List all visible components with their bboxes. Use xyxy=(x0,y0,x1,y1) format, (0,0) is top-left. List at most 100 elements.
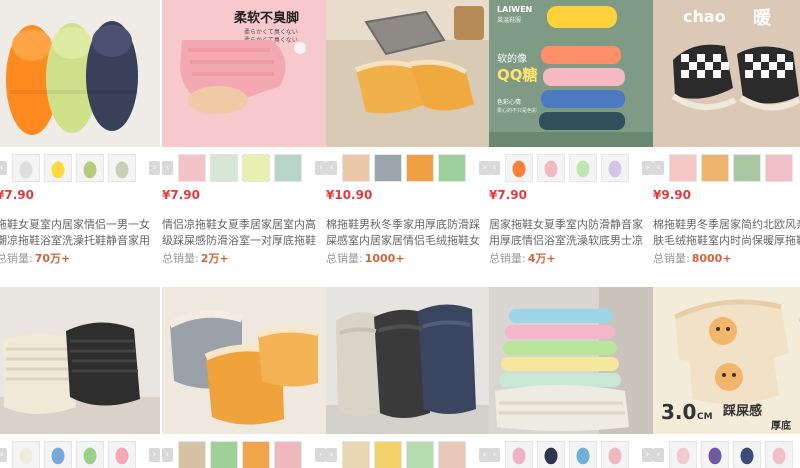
thumbnail-strip: ‹ › xyxy=(0,154,160,182)
image-caption: 软的像 xyxy=(497,52,527,65)
thumbnail[interactable] xyxy=(406,441,434,468)
thumbnail[interactable] xyxy=(601,154,629,182)
image-caption: 柔心的不只是色彩 xyxy=(497,107,537,114)
thumbnail[interactable] xyxy=(669,154,697,182)
thumbnail[interactable] xyxy=(733,154,761,182)
thumbnail[interactable] xyxy=(242,154,270,182)
price: ¥7.90 xyxy=(162,188,200,202)
thumbnail[interactable] xyxy=(765,441,793,468)
image-caption: 色彩心情 xyxy=(497,98,521,106)
thumbnail[interactable] xyxy=(108,441,136,468)
product-title[interactable]: 情侣凉拖鞋女夏季居家居室内高级踩屎感防滑浴室一对厚底拖鞋男款 xyxy=(162,217,326,249)
product-image[interactable] xyxy=(162,287,326,434)
thumbnail[interactable] xyxy=(342,441,370,468)
thumbnail[interactable] xyxy=(701,441,729,468)
chevron-right-icon[interactable]: › xyxy=(149,448,160,462)
thumbnail[interactable] xyxy=(374,441,402,468)
sales-label: 总销量: xyxy=(162,252,199,265)
chevron-right-icon[interactable]: › xyxy=(642,448,653,462)
chevron-right-icon[interactable]: › xyxy=(315,161,326,175)
chevron-left-icon[interactable]: ‹ xyxy=(326,161,337,175)
thumbnail-strip: ‹ › xyxy=(326,154,490,182)
thumbnail[interactable] xyxy=(178,441,206,468)
sales-label: 总销量: xyxy=(489,252,526,265)
product-title[interactable]: 棉拖鞋男秋冬季家用厚底防滑踩屎感室内居家居情侣毛绒拖鞋女冬天 xyxy=(326,217,490,249)
thumbnail-strip: ‹ › xyxy=(653,154,800,182)
thumbnail[interactable] xyxy=(12,441,40,468)
product-image[interactable] xyxy=(326,287,490,434)
price: ¥7.90 xyxy=(489,188,527,202)
product-image[interactable] xyxy=(0,0,160,147)
thumbnail[interactable] xyxy=(669,441,697,468)
thumbnail[interactable] xyxy=(108,154,136,182)
thumbnail[interactable] xyxy=(12,154,40,182)
chevron-left-icon[interactable]: ‹ xyxy=(0,448,7,462)
thumbnail-strip: ‹ › xyxy=(162,154,326,182)
product-image[interactable]: 柔软不臭脚 柔らかくて臭くない 柔らかくて臭くない xyxy=(162,0,326,147)
thumbnail[interactable] xyxy=(342,154,370,182)
thumbnail[interactable] xyxy=(274,154,302,182)
thumbnail-strip: ‹ › xyxy=(162,441,326,468)
product-title[interactable]: 棉拖鞋男冬季居家简约北欧风亲肤毛绒拖鞋室内时尚保暖厚拖鞋女 xyxy=(653,217,800,249)
thumbnail[interactable] xyxy=(210,154,238,182)
product-image[interactable] xyxy=(0,287,160,434)
thumbnail[interactable] xyxy=(374,154,402,182)
thumbnail[interactable] xyxy=(601,441,629,468)
chevron-left-icon[interactable]: ‹ xyxy=(489,161,500,175)
image-caption: 柔软不臭脚 xyxy=(233,10,299,26)
chevron-right-icon[interactable]: › xyxy=(642,161,653,175)
chevron-left-icon[interactable]: ‹ xyxy=(326,448,337,462)
thumbnail[interactable] xyxy=(569,441,597,468)
thumbnail[interactable] xyxy=(701,154,729,182)
chevron-left-icon[interactable]: ‹ xyxy=(0,161,7,175)
thumbnail[interactable] xyxy=(210,441,238,468)
total-sales: 总销量: 2万+ xyxy=(162,250,229,266)
thumbnail[interactable] xyxy=(505,154,533,182)
thumbnail[interactable] xyxy=(765,154,793,182)
product-title[interactable]: 拖鞋女夏室内居家情侣一男一女潮凉拖鞋浴室洗澡托鞋静音家用拖鞋 xyxy=(0,217,160,249)
product-image[interactable] xyxy=(489,287,653,434)
chevron-right-icon[interactable]: › xyxy=(315,448,326,462)
thumbnail[interactable] xyxy=(438,154,466,182)
product-image[interactable]: chao 暖 xyxy=(653,0,800,147)
thumbnail[interactable] xyxy=(274,441,302,468)
thumbnail[interactable] xyxy=(438,441,466,468)
thumbnail[interactable] xyxy=(537,154,565,182)
thumbnail[interactable] xyxy=(44,441,72,468)
chevron-left-icon[interactable]: ‹ xyxy=(653,161,664,175)
thumbnail[interactable] xyxy=(537,441,565,468)
price: ¥10.90 xyxy=(326,188,373,202)
thumbnail[interactable] xyxy=(733,441,761,468)
thumbnail-strip: ‹ › xyxy=(326,441,490,468)
thumbnail[interactable] xyxy=(44,154,72,182)
chevron-left-icon[interactable]: ‹ xyxy=(653,448,664,462)
thumbnail-strip: ‹ › xyxy=(489,441,653,468)
thumbnail[interactable] xyxy=(406,154,434,182)
image-caption: 厚底 xyxy=(771,419,791,432)
chevron-right-icon[interactable]: › xyxy=(149,161,160,175)
sales-value: 4万+ xyxy=(527,252,556,265)
thumbnail-strip: ‹ › xyxy=(489,154,653,182)
total-sales: 总销量: 4万+ xyxy=(489,250,556,266)
chevron-left-icon[interactable]: ‹ xyxy=(489,448,500,462)
image-caption: 柔らかくて臭くない xyxy=(244,28,298,36)
product-image[interactable]: 3.0 CM 踩屎感 厚底 xyxy=(653,287,800,434)
total-sales: 总销量: 1000+ xyxy=(326,250,405,266)
thumbnail[interactable] xyxy=(76,154,104,182)
image-caption: CM xyxy=(697,412,713,422)
product-image[interactable] xyxy=(326,0,490,147)
sales-label: 总销量: xyxy=(0,252,33,265)
product-title[interactable]: 居家拖鞋女夏季室内防滑静音家用厚底情侣浴室洗澡软底男士凉拖鞋 xyxy=(489,217,653,249)
thumbnail[interactable] xyxy=(505,441,533,468)
thumbnail[interactable] xyxy=(76,441,104,468)
thumbnail[interactable] xyxy=(242,441,270,468)
product-image[interactable]: LAIWEN 莱温鞋服 软的像 QQ糖 色彩心情 柔心的不只是色彩 xyxy=(489,0,653,147)
thumbnail[interactable] xyxy=(178,154,206,182)
thumbnail[interactable] xyxy=(569,154,597,182)
thumbnail-strip: ‹ › xyxy=(653,441,800,468)
brand-logo-text: chao xyxy=(683,7,726,26)
image-caption: 踩屎感 xyxy=(723,403,762,419)
sales-value: 2万+ xyxy=(200,252,229,265)
chevron-left-icon[interactable]: ‹ xyxy=(162,161,173,175)
chevron-left-icon[interactable]: ‹ xyxy=(162,448,173,462)
